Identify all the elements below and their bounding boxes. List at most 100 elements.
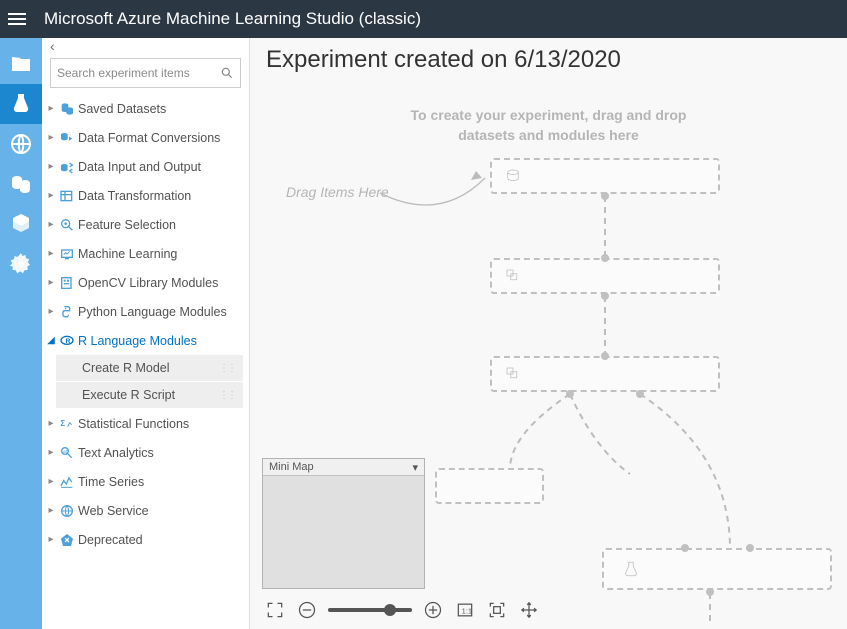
svg-text:1:1: 1:1 xyxy=(462,606,472,615)
zoom-slider[interactable] xyxy=(328,608,412,612)
tree-opencv[interactable]: ▸OpenCV Library Modules xyxy=(42,268,249,297)
nav-datasets[interactable] xyxy=(0,164,42,204)
transform-icon xyxy=(56,188,78,204)
fullscreen-button[interactable] xyxy=(264,599,286,621)
nav-web-services[interactable] xyxy=(0,124,42,164)
tree-time-series[interactable]: ▸Time Series xyxy=(42,467,249,496)
opencv-icon xyxy=(56,275,78,291)
datasets-icon xyxy=(56,101,78,117)
timeseries-icon xyxy=(56,474,78,490)
search-box xyxy=(50,58,241,88)
zoom-in-button[interactable] xyxy=(422,599,444,621)
zoom-thumb[interactable] xyxy=(384,604,396,616)
globe-icon xyxy=(56,503,78,519)
tree-label: Data Transformation xyxy=(78,189,191,203)
tree-feature-selection[interactable]: ▸Feature Selection xyxy=(42,210,249,239)
tree-label: Text Analytics xyxy=(78,446,154,460)
app-title: Microsoft Azure Machine Learning Studio … xyxy=(44,9,421,29)
nav-experiments[interactable] xyxy=(0,84,42,124)
nav-rail xyxy=(0,38,42,629)
tree-label: Web Service xyxy=(78,504,149,518)
menu-icon[interactable] xyxy=(8,6,34,32)
connector-dot xyxy=(706,588,714,596)
module-sidebar: ‹ ▸Saved Datasets ▸Data Format Conversio… xyxy=(42,38,250,629)
connector-dot xyxy=(746,544,754,552)
search-icon xyxy=(220,66,234,80)
minimap-header[interactable]: Mini Map▾ xyxy=(263,459,424,476)
module-label: Execute R Script xyxy=(82,388,175,402)
tree-data-format[interactable]: ▸Data Format Conversions xyxy=(42,123,249,152)
actual-size-button[interactable]: 1:1 xyxy=(454,599,476,621)
app-header: Microsoft Azure Machine Learning Studio … xyxy=(0,0,847,38)
tree-label: Feature Selection xyxy=(78,218,176,232)
tree-deprecated[interactable]: ▸Deprecated xyxy=(42,525,249,554)
nav-models[interactable] xyxy=(0,204,42,244)
python-icon xyxy=(56,304,78,320)
main-area: ‹ ▸Saved Datasets ▸Data Format Conversio… xyxy=(0,38,847,629)
tree-machine-learning[interactable]: ▸Machine Learning xyxy=(42,239,249,268)
tree-label: Machine Learning xyxy=(78,247,177,261)
chevron-down-icon: ▾ xyxy=(412,461,418,474)
svg-text:Σ: Σ xyxy=(60,419,65,428)
tree-label: Time Series xyxy=(78,475,144,489)
sidebar-collapse[interactable]: ‹ xyxy=(42,38,249,54)
nav-projects[interactable] xyxy=(0,44,42,84)
svg-text:R: R xyxy=(66,338,71,345)
placeholder-experiment-node[interactable] xyxy=(602,548,832,590)
tree-text-analytics[interactable]: ▸abText Analytics xyxy=(42,438,249,467)
connector-dot xyxy=(601,192,609,200)
experiment-title: Experiment created on 6/13/2020 xyxy=(250,38,847,74)
tree-r-language[interactable]: ◢RR Language Modules xyxy=(42,326,249,355)
tree-label: Python Language Modules xyxy=(78,305,227,319)
tree-python[interactable]: ▸Python Language Modules xyxy=(42,297,249,326)
module-execute-r-script[interactable]: Execute R Script ⋮⋮ xyxy=(56,382,243,409)
minimap: Mini Map▾ xyxy=(262,458,425,589)
placeholder-dataset-node[interactable] xyxy=(490,158,720,194)
feature-icon xyxy=(56,217,78,233)
tree-label: Data Format Conversions xyxy=(78,131,220,145)
r-icon: R xyxy=(56,333,78,349)
tree-label: Deprecated xyxy=(78,533,143,547)
tree-label: Statistical Functions xyxy=(78,417,189,431)
drag-grip-icon: ⋮⋮ xyxy=(219,363,235,374)
text-icon: ab xyxy=(56,445,78,461)
module-tree: ▸Saved Datasets ▸Data Format Conversions… xyxy=(42,94,249,629)
connector-dot xyxy=(601,352,609,360)
connector-dot xyxy=(566,390,574,398)
tree-statistical[interactable]: ▸ΣStatistical Functions xyxy=(42,409,249,438)
io-icon xyxy=(56,159,78,175)
canvas-hint: To create your experiment, drag and drop… xyxy=(250,106,847,145)
tree-saved-datasets[interactable]: ▸Saved Datasets xyxy=(42,94,249,123)
minimap-body[interactable] xyxy=(263,476,424,588)
svg-text:ab: ab xyxy=(63,449,69,454)
module-create-r-model[interactable]: Create R Model ⋮⋮ xyxy=(56,355,243,382)
nav-settings[interactable] xyxy=(0,244,42,284)
search-input[interactable] xyxy=(57,66,220,80)
format-icon xyxy=(56,130,78,146)
tree-data-io[interactable]: ▸Data Input and Output xyxy=(42,152,249,181)
placeholder-module-node[interactable] xyxy=(490,258,720,294)
canvas-toolbar: 1:1 xyxy=(264,599,540,621)
pan-button[interactable] xyxy=(518,599,540,621)
connector-dot xyxy=(601,292,609,300)
experiment-canvas[interactable]: Experiment created on 6/13/2020 To creat… xyxy=(250,38,847,629)
deprecated-icon xyxy=(56,532,78,548)
zoom-out-button[interactable] xyxy=(296,599,318,621)
tree-label: OpenCV Library Modules xyxy=(78,276,218,290)
placeholder-module-node[interactable] xyxy=(490,356,720,392)
drag-hint-label: Drag Items Here xyxy=(286,184,389,200)
tree-label: R Language Modules xyxy=(78,334,197,348)
ml-icon xyxy=(56,246,78,262)
connector-dot xyxy=(681,544,689,552)
drag-grip-icon: ⋮⋮ xyxy=(219,390,235,401)
placeholder-module-node[interactable] xyxy=(435,468,544,504)
connector-dot xyxy=(636,390,644,398)
tree-data-transform[interactable]: ▸Data Transformation xyxy=(42,181,249,210)
tree-label: Data Input and Output xyxy=(78,160,201,174)
connector-dot xyxy=(601,254,609,262)
tree-web-service[interactable]: ▸Web Service xyxy=(42,496,249,525)
fit-button[interactable] xyxy=(486,599,508,621)
module-label: Create R Model xyxy=(82,361,170,375)
tree-label: Saved Datasets xyxy=(78,102,166,116)
stats-icon: Σ xyxy=(56,416,78,432)
